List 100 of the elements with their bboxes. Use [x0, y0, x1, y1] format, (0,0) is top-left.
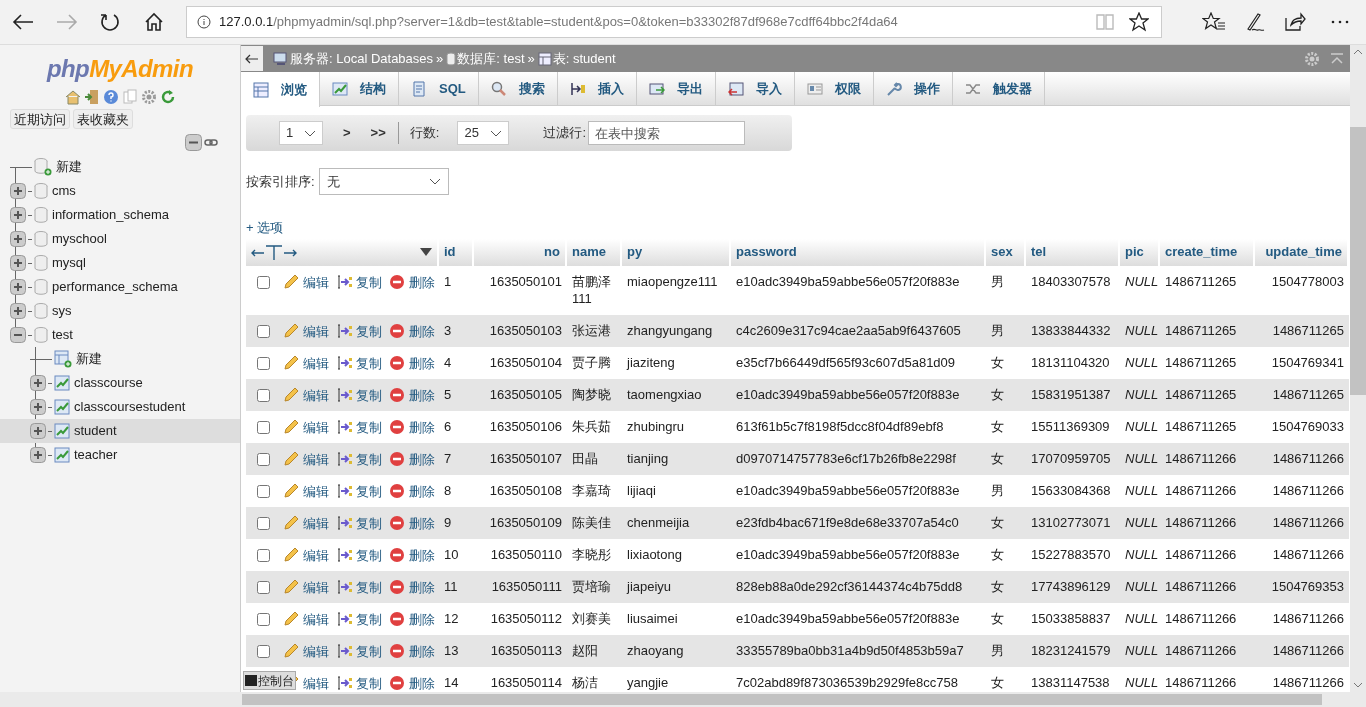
exit-door-icon[interactable]: [83, 89, 100, 105]
tree-item[interactable]: sys: [8, 299, 240, 323]
tree-item[interactable]: mysql: [8, 251, 240, 275]
tree-item[interactable]: performance_schema: [8, 275, 240, 299]
favorites-icon[interactable]: [1202, 12, 1226, 32]
collapse-arrow-button[interactable]: [241, 46, 263, 71]
tree-item[interactable]: teacher: [0, 443, 240, 467]
sidebar-tab-button[interactable]: 表收藏夹: [73, 109, 133, 129]
tree-item[interactable]: 新建: [8, 155, 240, 179]
scroll-down-icon[interactable]: [1354, 683, 1362, 688]
edit-link[interactable]: 编辑: [303, 545, 329, 565]
copy-link[interactable]: 复制: [356, 577, 382, 597]
breadcrumb-link[interactable]: 数据库: test: [457, 48, 525, 69]
edit-link[interactable]: 编辑: [303, 449, 329, 469]
tab[interactable]: 操作: [873, 72, 953, 106]
scrollbar-thumb[interactable]: [242, 694, 1322, 705]
expand-icon[interactable]: [10, 303, 26, 319]
breadcrumb-link[interactable]: 服务器: Local Databases: [290, 48, 434, 69]
edit-link[interactable]: 编辑: [303, 417, 329, 437]
delete-link[interactable]: 删除: [409, 481, 435, 501]
scroll-up-icon[interactable]: [1354, 49, 1362, 54]
delete-link[interactable]: 删除: [409, 545, 435, 565]
copy-link[interactable]: 复制: [356, 481, 382, 501]
delete-link[interactable]: 删除: [409, 272, 435, 292]
tab[interactable]: 插入: [557, 72, 637, 106]
row-checkbox[interactable]: [257, 516, 270, 530]
copy-link[interactable]: 复制: [356, 513, 382, 533]
share-icon[interactable]: [1284, 12, 1306, 32]
tree-item[interactable]: myschool: [8, 227, 240, 251]
edit-link[interactable]: 编辑: [303, 272, 329, 292]
expand-icon[interactable]: [30, 399, 46, 415]
copy-link[interactable]: 复制: [356, 353, 382, 373]
edit-link[interactable]: 编辑: [303, 673, 329, 692]
expand-icon[interactable]: [10, 255, 26, 271]
delete-link[interactable]: 删除: [409, 321, 435, 341]
options-link[interactable]: + 选项: [246, 218, 284, 238]
expand-icon[interactable]: [10, 183, 26, 199]
rows-per-page-select[interactable]: 25: [457, 121, 510, 145]
star-icon[interactable]: [1129, 12, 1149, 32]
row-checkbox[interactable]: [257, 580, 270, 594]
copy-link[interactable]: 复制: [356, 641, 382, 661]
page-select[interactable]: 1: [279, 121, 323, 145]
address-bar[interactable]: 127.0.0.1/phpmyadmin/sql.php?server=1&db=test&table=student&pos=0&token=b33302f87df968e7cdff64bbc2f4da64: [186, 6, 1162, 38]
expand-icon[interactable]: [30, 447, 46, 463]
copy-link[interactable]: 复制: [356, 545, 382, 565]
breadcrumb-link[interactable]: 表: student: [552, 48, 616, 69]
row-checkbox[interactable]: [257, 548, 270, 562]
tab[interactable]: 导出: [636, 72, 716, 106]
row-checkbox[interactable]: [257, 388, 270, 402]
tab[interactable]: 结构: [320, 72, 399, 106]
expand-icon[interactable]: [10, 279, 26, 295]
collapse-all-icon[interactable]: [185, 134, 202, 151]
tree-item[interactable]: student: [0, 419, 240, 443]
back-icon[interactable]: [12, 13, 34, 31]
next-page-button[interactable]: >: [343, 123, 351, 143]
row-checkbox[interactable]: [257, 420, 270, 434]
row-checkbox[interactable]: [257, 484, 270, 498]
row-checkbox[interactable]: [257, 612, 270, 626]
edit-link[interactable]: 编辑: [303, 481, 329, 501]
delete-link[interactable]: 删除: [409, 609, 435, 629]
expand-icon[interactable]: [10, 231, 26, 247]
copy-link[interactable]: 复制: [356, 272, 382, 292]
edit-link[interactable]: 编辑: [303, 353, 329, 373]
delete-link[interactable]: 删除: [409, 417, 435, 437]
settings-icon[interactable]: [140, 89, 157, 105]
sidebar-tab-button[interactable]: 近期访问: [10, 109, 70, 129]
delete-link[interactable]: 删除: [409, 641, 435, 661]
row-checkbox[interactable]: [257, 644, 270, 658]
expand-icon[interactable]: [10, 207, 26, 223]
scrollbar-thumb[interactable]: [1350, 127, 1366, 395]
sort-index-select[interactable]: 无: [318, 168, 449, 195]
tree-item[interactable]: test: [8, 323, 240, 347]
row-checkbox[interactable]: [257, 452, 270, 466]
refresh-icon[interactable]: [159, 89, 176, 105]
help-icon[interactable]: [102, 89, 119, 105]
delete-link[interactable]: 删除: [409, 385, 435, 405]
edit-link[interactable]: 编辑: [303, 577, 329, 597]
copy-link[interactable]: 复制: [356, 673, 382, 692]
console-button[interactable]: 控制台: [243, 671, 296, 690]
tab[interactable]: 触发器: [952, 72, 1045, 106]
tree-item[interactable]: information_schema: [8, 203, 240, 227]
filter-field[interactable]: 在表中搜索: [588, 121, 746, 145]
home-icon[interactable]: [144, 12, 164, 32]
delete-link[interactable]: 删除: [409, 673, 435, 692]
more-icon[interactable]: [1330, 19, 1350, 25]
tree-item[interactable]: classcourse: [0, 371, 240, 395]
copy-link[interactable]: 复制: [356, 321, 382, 341]
expand-icon[interactable]: [30, 423, 46, 439]
phpmyadmin-logo[interactable]: phpMyAdmin: [0, 51, 240, 87]
copy-link[interactable]: 复制: [356, 385, 382, 405]
delete-link[interactable]: 删除: [409, 577, 435, 597]
info-icon[interactable]: [197, 15, 211, 29]
edit-link[interactable]: 编辑: [303, 609, 329, 629]
reload-icon[interactable]: [100, 12, 120, 32]
row-checkbox[interactable]: [257, 324, 270, 338]
tab[interactable]: 权限: [794, 72, 874, 106]
delete-link[interactable]: 删除: [409, 449, 435, 469]
tree-item[interactable]: classcoursestudent: [0, 395, 240, 419]
expand-icon[interactable]: [30, 375, 46, 391]
tab[interactable]: 搜索: [478, 72, 558, 106]
